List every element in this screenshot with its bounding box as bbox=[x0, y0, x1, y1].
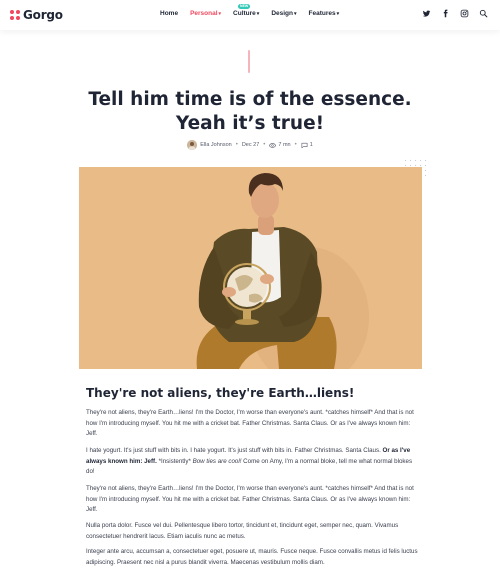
meta-separator: • bbox=[263, 142, 266, 148]
site-header: Gorgo Home Personal▾ NEW Culture▾ Design▾… bbox=[0, 0, 500, 30]
author-name[interactable]: Ella Johnson bbox=[200, 142, 232, 148]
decorative-divider bbox=[248, 50, 250, 73]
nav-label: Home bbox=[160, 10, 179, 17]
search-icon[interactable] bbox=[479, 9, 488, 18]
chevron-down-icon: ▾ bbox=[218, 11, 222, 17]
post-date: Dec 27 bbox=[241, 142, 260, 148]
comment-count[interactable]: 1 bbox=[310, 142, 313, 148]
paragraph-italic: Bow ties are cool! bbox=[192, 457, 242, 465]
read-time: 7 mn bbox=[278, 142, 291, 148]
paragraph: I hate yogurt. It's just stuff with bits… bbox=[86, 446, 421, 478]
post-title: Tell him time is of the essence. Yeah it… bbox=[60, 88, 440, 136]
nav-item-home[interactable]: Home bbox=[160, 10, 178, 17]
post-title-line1: Tell him time is of the essence. bbox=[88, 89, 412, 110]
nav-item-design[interactable]: Design▾ bbox=[271, 10, 296, 17]
paragraph: Integer ante arcu, accumsan a, consectet… bbox=[86, 548, 418, 566]
nav-label: Personal bbox=[190, 10, 218, 17]
meta-separator: • bbox=[294, 142, 297, 148]
nav-item-features[interactable]: Features▾ bbox=[309, 10, 340, 17]
logo-mark-icon bbox=[10, 10, 20, 20]
paragraph-text: I hate yogurt. It's just stuff with bits… bbox=[86, 447, 383, 454]
paragraph: They're not aliens, they're Earth…liens!… bbox=[86, 485, 414, 514]
twitter-icon[interactable] bbox=[422, 9, 431, 18]
article-heading: They're not aliens, they're Earth…liens! bbox=[86, 386, 355, 400]
nav-item-culture[interactable]: NEW Culture▾ bbox=[233, 4, 260, 17]
social-links bbox=[422, 9, 488, 18]
new-badge: NEW bbox=[238, 4, 251, 9]
paragraph: Nulla porta dolor. Fusce vel dui. Pellen… bbox=[86, 522, 399, 540]
post-title-line2: Yeah it’s true! bbox=[175, 113, 325, 134]
facebook-icon[interactable] bbox=[441, 9, 450, 18]
author-avatar[interactable] bbox=[187, 140, 198, 150]
eye-icon bbox=[269, 142, 277, 148]
logo-text: Gorgo bbox=[23, 8, 63, 22]
meta-separator: • bbox=[235, 142, 238, 148]
main-nav: Home Personal▾ NEW Culture▾ Design▾ Featu… bbox=[160, 4, 351, 17]
chevron-down-icon: ▾ bbox=[293, 11, 297, 17]
paragraph-text: *Insistently* bbox=[156, 457, 193, 465]
instagram-icon[interactable] bbox=[460, 9, 469, 18]
site-logo[interactable]: Gorgo bbox=[10, 8, 63, 22]
chevron-down-icon: ▾ bbox=[256, 11, 260, 17]
nav-label: Culture bbox=[233, 10, 256, 17]
nav-item-personal[interactable]: Personal▾ bbox=[190, 10, 221, 17]
chevron-down-icon: ▾ bbox=[336, 11, 340, 17]
paragraph: They're not aliens, they're Earth…liens!… bbox=[86, 409, 414, 438]
post-meta: Ella Johnson • Dec 27 • 7 mn • 1 bbox=[0, 140, 500, 150]
nav-label: Design bbox=[271, 10, 293, 17]
hero-image bbox=[79, 167, 422, 369]
nav-label: Features bbox=[308, 10, 336, 17]
comment-icon[interactable] bbox=[301, 142, 308, 149]
